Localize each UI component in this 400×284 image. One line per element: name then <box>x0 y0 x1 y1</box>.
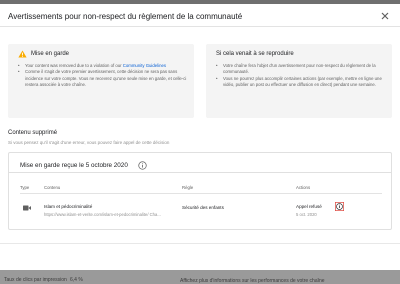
backdrop-more-info: Affichez plus d'informations sur les per… <box>180 278 325 284</box>
panel-title: Mise en garde reçue le 5 octobre 2020 <box>20 162 128 169</box>
video-url: https://www.islam-et-verite.com/islam-et… <box>44 212 161 217</box>
close-icon[interactable] <box>379 10 391 22</box>
dialog-header: Avertissements pour non-respect du règle… <box>0 4 400 27</box>
repeat-card-title: Si cela venait à se reproduire <box>216 51 294 57</box>
strike-panel: Mise en garde reçue le 5 octobre 2020 Ty… <box>8 152 392 230</box>
removed-content-subtitle: Si vous pensez qu'il s'agit d'une erreur… <box>8 140 170 145</box>
dialog-footer-divider <box>0 243 400 244</box>
panel-header: Mise en garde reçue le 5 octobre 2020 <box>9 153 391 173</box>
warning-card-title: Mise en garde <box>31 51 70 57</box>
repeat-bullet-2: Vous ne pourrez plus accomplir certaines… <box>216 76 388 89</box>
video-icon <box>23 205 31 211</box>
help-icon[interactable] <box>138 161 147 170</box>
info-cards: Mise en garde Your content was removed d… <box>8 44 392 118</box>
warning-bullet-1-text: Your content was removed due to a violat… <box>25 63 123 68</box>
warning-bullet-2: Comme il s'agit de votre premier avertis… <box>18 69 190 88</box>
column-type: Type <box>20 185 30 190</box>
column-actions: Actions <box>296 185 311 190</box>
info-icon[interactable] <box>335 202 344 211</box>
strike-dialog: Avertissements pour non-respect du règle… <box>0 4 400 270</box>
removed-content-title: Contenu supprimé <box>8 130 58 136</box>
appeal-date: 5 oct. 2020 <box>296 212 317 217</box>
repeat-bullet-1: Votre chaîne fera l'objet d'un avertisse… <box>216 63 388 76</box>
repeat-card: Si cela venait à se reproduire Votre cha… <box>206 44 392 118</box>
warning-card: Mise en garde Your content was removed d… <box>8 44 194 118</box>
community-guidelines-link[interactable]: Community Guidelines <box>123 63 166 68</box>
table-divider <box>20 193 382 194</box>
dialog-title: Avertissements pour non-respect du règle… <box>8 12 243 21</box>
policy-name: Sécurité des enfants <box>182 205 224 210</box>
backdrop-ctr-label: Taux de clics par impression <box>4 277 67 283</box>
backdrop-ctr-value: 6,4 % <box>70 277 83 283</box>
column-content: Contenu <box>44 185 61 190</box>
video-title-link[interactable]: Islam et pédocriminalité <box>44 204 92 209</box>
appeal-status: Appel refusé <box>296 204 322 209</box>
column-policy: Règle <box>182 185 194 190</box>
warning-card-body: Your content was removed due to a violat… <box>18 63 190 89</box>
repeat-card-body: Votre chaîne fera l'objet d'un avertisse… <box>216 63 388 89</box>
warning-icon <box>18 50 27 58</box>
backdrop-page: Taux de clics par impression 6,4 % Affic… <box>0 270 400 284</box>
